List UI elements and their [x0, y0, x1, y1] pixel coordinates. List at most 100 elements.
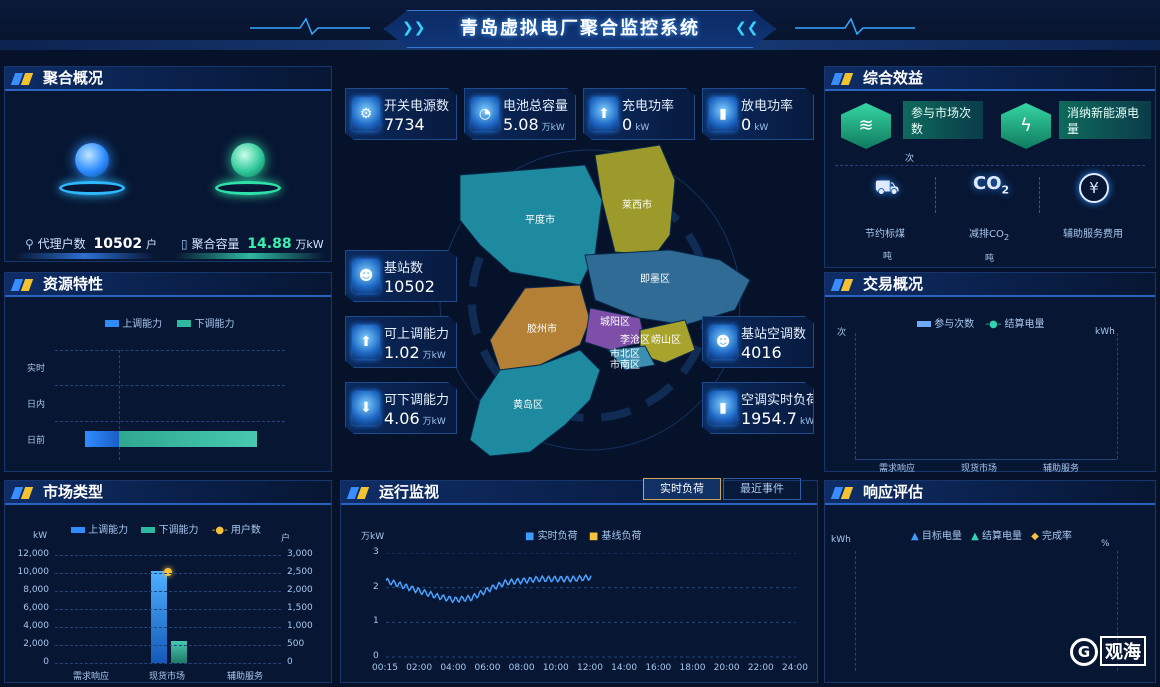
label-huangdao: 黄岛区 [513, 400, 543, 411]
resource-panel: 资源特性 上调能力 下调能力 实时 日内 日前 [4, 272, 332, 472]
coal-unit: 吨 [883, 252, 893, 262]
monitor-y-tick: 3 [373, 547, 379, 557]
card-up-capacity[interactable]: ⬆ 可上调能力 1.02 万kW [345, 316, 457, 368]
agent-count: ⚲ 代理户数 10502 户 [25, 236, 158, 252]
row-label-intraday: 日内 [27, 400, 46, 410]
user-platform-icon [57, 137, 127, 197]
monitor-y-tick: 0 [373, 651, 379, 661]
market-right-tick: 1,500 [287, 603, 313, 613]
energy-icon: ϟ [1001, 103, 1051, 149]
monitor-x-tick: 04:00 [440, 663, 467, 673]
market-left-tick: 6,000 [23, 603, 49, 613]
card-switch-power[interactable]: ⚙ 开关电源数 7734 [345, 88, 457, 140]
users-icon: ☻ [709, 325, 737, 359]
monitor-x-tick: 20:00 [713, 663, 740, 673]
monitor-x-tick: 08:00 [508, 663, 535, 673]
trade-legend: 参与次数 -●- 结算电量 [917, 315, 1045, 330]
bar-up-dayahead [85, 431, 120, 447]
bar-down-dayahead [119, 431, 258, 447]
battery-icon: ▮ [709, 391, 737, 425]
row-label-realtime: 实时 [27, 364, 46, 374]
yuan-icon: ¥ [1079, 173, 1109, 203]
monitor-x-tick: 16:00 [645, 663, 672, 673]
response-left-unit: kWh [831, 535, 851, 545]
market-right-tick: 500 [287, 639, 305, 649]
pulse-line-right [795, 17, 915, 36]
monitor-yunit: 万kW [361, 532, 385, 542]
label-licang: 李沧区 [620, 335, 650, 346]
card-station-ac[interactable]: ☻ 基站空调数 4016 [702, 316, 814, 368]
label-laixi: 莱西市 [622, 200, 652, 211]
aux-fee-label: 辅助服务费用 [1063, 229, 1123, 240]
monitor-x-tick: 02:00 [406, 663, 433, 673]
card-ac-load[interactable]: ▮ 空调实时负荷 1954.7 kW [702, 382, 814, 434]
arrow-up-icon: ⬆ [352, 325, 380, 359]
trade-right-unit: kWh [1095, 327, 1115, 337]
response-right-unit: % [1101, 539, 1110, 549]
monitor-x-tick: 22:00 [747, 663, 774, 673]
pie-chart-icon: ◔ [471, 97, 499, 131]
tab-recent-events[interactable]: 最近事件 [723, 478, 801, 500]
arrow-down-icon: ⬇ [352, 391, 380, 425]
benefit-title: 综合效益 [825, 67, 1155, 91]
label-jimo: 即墨区 [640, 274, 670, 285]
market-right-tick: 3,000 [287, 549, 313, 559]
card-base-stations[interactable]: ☻ 基站数 10502 [345, 250, 457, 302]
market-cat-aux: 辅助服务 [227, 672, 264, 682]
monitor-y-tick: 2 [373, 581, 379, 592]
market-left-tick: 0 [43, 657, 49, 667]
aggregate-capacity: ▯ 聚合容量 14.88 万kW [181, 236, 324, 252]
person-icon: ⚲ [25, 237, 34, 251]
cart-icon: ⛟ [874, 175, 900, 199]
monitor-x-tick: 12:00 [577, 663, 603, 673]
resource-legend: 上调能力 下调能力 [105, 315, 235, 330]
monitor-x-tick: 18:00 [679, 663, 706, 673]
monitor-x-tick: 14:00 [611, 663, 638, 673]
trade-cat-aux: 辅助服务 [1043, 464, 1080, 474]
co2-label: 减排CO2 [969, 229, 1010, 242]
trade-title: 交易概况 [825, 273, 1155, 297]
battery-icon: ▮ [709, 97, 737, 131]
card-charge-power[interactable]: ⬆ 充电功率 0 kW [583, 88, 695, 140]
stack-icon: ≋ [841, 103, 891, 149]
monitor-x-tick: 10:00 [542, 663, 569, 673]
watermark-text: 观海 [1100, 636, 1146, 666]
card-discharge-power[interactable]: ▮ 放电功率 0 kW [702, 88, 814, 140]
market-right-unit: 户 [281, 534, 291, 544]
card-down-capacity[interactable]: ⬇ 可下调能力 4.06 万kW [345, 382, 457, 434]
market-cat-demand: 需求响应 [73, 672, 110, 682]
trade-cat-demand: 需求响应 [879, 464, 916, 474]
clean-energy-label: 消纳新能源电量 [1059, 101, 1151, 139]
market-left-tick: 8,000 [23, 585, 49, 595]
trade-panel: 交易概况 参与次数 -●- 结算电量 次 kWh 需求响应 现货市场 辅助服务 [824, 272, 1156, 474]
tab-realtime-load[interactable]: 实时负荷 [643, 478, 721, 500]
trade-left-unit: 次 [837, 328, 847, 338]
market-count-label: 参与市场次数 [903, 101, 983, 139]
market-left-tick: 4,000 [23, 621, 49, 631]
co2-icon: CO2 [973, 173, 1010, 197]
benefit-panel: 综合效益 ≋ 参与市场次数 次 ϟ 消纳新能源电量 ⛟ CO2 ¥ 节约标煤 减… [824, 66, 1156, 268]
monitor-panel: 运行监视 实时负荷 最近事件 ■ 实时负荷 ■ 基线负荷 万kW 3 2 1 0 00:… [340, 478, 818, 683]
monitor-line-chart [386, 553, 796, 658]
market-panel: 市场类型 上调能力 下调能力 -●- 用户数 kW 户 需求响应 现货市场 辅助… [4, 480, 332, 683]
market-right-tick: 2,500 [287, 567, 313, 577]
label-pingdu: 平度市 [525, 215, 555, 226]
arrow-up-icon: ⬆ [590, 97, 618, 131]
label-chengyang: 城阳区 [600, 317, 630, 328]
coal-label: 节约标煤 [865, 229, 905, 240]
label-laoshan: 崂山区 [651, 335, 681, 346]
response-legend: ▲ 目标电量 ▲ 结算电量 ◆ 完成率 [911, 531, 1073, 542]
co2-unit: 吨 [985, 254, 995, 264]
page-title: 青岛虚拟电厂聚合监控系统 [460, 18, 700, 39]
resource-title: 资源特性 [5, 273, 331, 297]
watermark-logo: G [1070, 638, 1098, 666]
response-title: 响应评估 [825, 481, 1155, 505]
market-cat-spot: 现货市场 [149, 672, 186, 682]
market-right-tick: 0 [287, 657, 293, 667]
pulse-line-left [250, 17, 370, 36]
header: ❯❯ ❮❮ 青岛虚拟电厂聚合监控系统 [0, 0, 1160, 52]
monitor-x-tick: 24:00 [782, 663, 808, 673]
card-battery-capacity[interactable]: ◔ 电池总容量 5.08 万kW [464, 88, 576, 140]
label-shinan: 市南区 [610, 360, 640, 371]
market-title: 市场类型 [5, 481, 331, 505]
